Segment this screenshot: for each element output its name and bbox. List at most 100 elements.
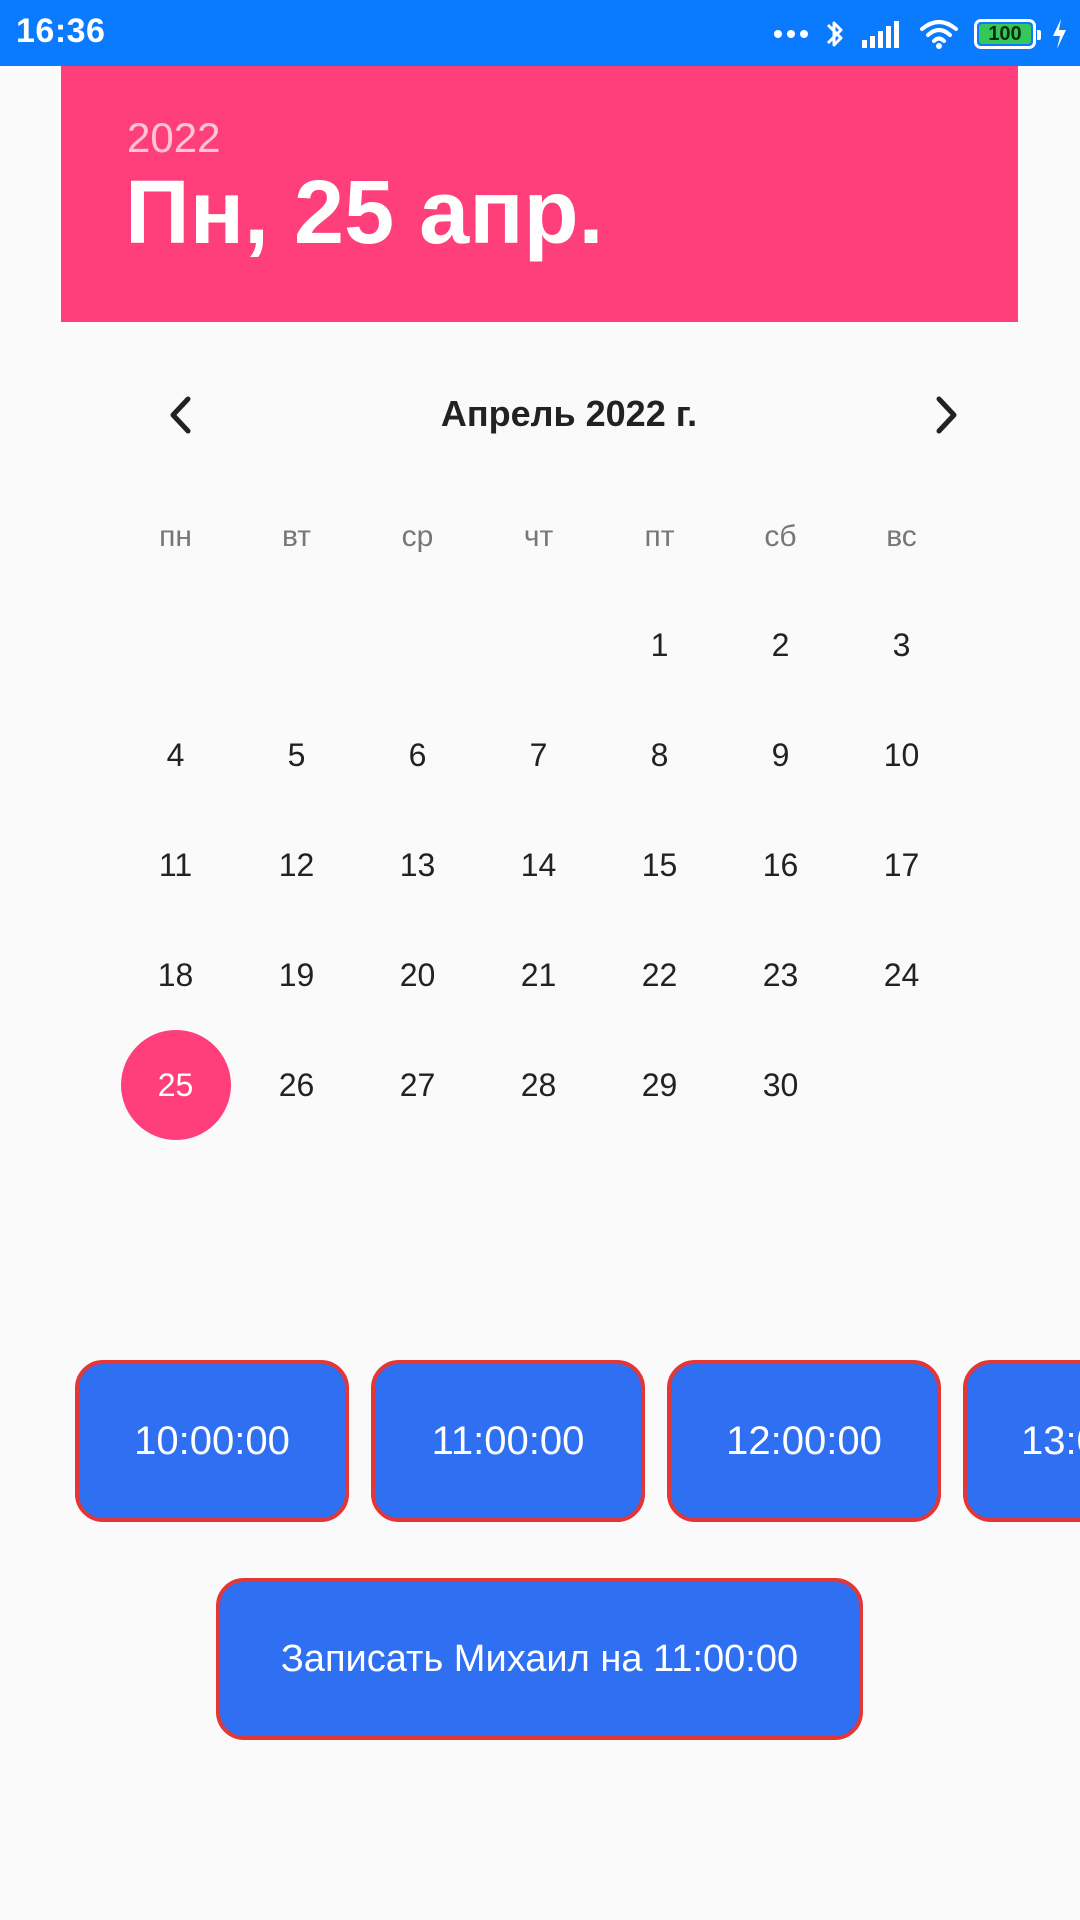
calendar-day[interactable]: 19 [236,920,357,1030]
calendar-day[interactable]: 8 [599,700,720,810]
calendar-day[interactable]: 14 [478,810,599,920]
calendar-day[interactable]: 27 [357,1030,478,1140]
calendar-day[interactable]: 26 [236,1030,357,1140]
day-number: 22 [641,956,678,993]
empty-day-cell [115,590,236,700]
calendar-day[interactable]: 15 [599,810,720,920]
day-number: 21 [520,956,557,993]
day-number [363,590,473,700]
empty-day-cell [357,590,478,700]
calendar-day[interactable]: 5 [236,700,357,810]
selected-day[interactable]: 25 [115,1030,236,1140]
weekday-label: ср [401,520,434,553]
day-number: 3 [892,626,911,663]
book-appointment-button[interactable]: Записать Михаил на 11:00:00 [216,1578,863,1740]
empty-day-cell [478,590,599,700]
day-number: 18 [157,956,194,993]
date-header: 2022 Пн, 25 апр. [61,66,1018,322]
calendar-day[interactable]: 11 [115,810,236,920]
calendar-day[interactable]: 9 [720,700,841,810]
day-number: 23 [762,956,799,993]
calendar-day[interactable]: 30 [720,1030,841,1140]
day-number: 14 [520,846,557,883]
day-number: 19 [278,956,315,993]
day-number: 4 [166,736,185,773]
calendar-day[interactable]: 20 [357,920,478,1030]
calendar-day[interactable]: 17 [841,810,962,920]
battery-level: 100 [988,22,1022,45]
wifi-icon [918,17,960,51]
day-number: 13 [399,846,436,883]
status-icons: 100 [772,12,1068,56]
day-number: 9 [771,736,790,773]
day-number [242,590,352,700]
day-number: 11 [158,846,193,883]
calendar-day[interactable]: 28 [478,1030,599,1140]
month-title: Апрель 2022 г. [440,393,698,434]
day-number: 10 [883,736,920,773]
calendar-day[interactable]: 4 [115,700,236,810]
day-number: 5 [287,736,306,773]
status-time: 16:36 [16,12,106,50]
bluetooth-icon [824,16,846,52]
day-number: 16 [762,846,799,883]
day-number: 26 [278,1066,315,1103]
calendar-day[interactable]: 10 [841,700,962,810]
day-number: 6 [408,736,427,773]
time-slot-button[interactable]: 10:00:00 [75,1360,349,1522]
day-number: 20 [399,956,436,993]
day-number: 15 [641,846,678,883]
next-month-button[interactable] [912,385,982,445]
day-number: 7 [529,736,548,773]
day-number: 8 [650,736,669,773]
weekday-label: пт [644,520,675,553]
calendar-day[interactable]: 7 [478,700,599,810]
calendar-day[interactable]: 29 [599,1030,720,1140]
calendar-day[interactable]: 23 [720,920,841,1030]
calendar-day[interactable]: 21 [478,920,599,1030]
calendar-day[interactable]: 1 [599,590,720,700]
header-selected-date[interactable]: Пн, 25 апр. [125,164,604,263]
calendar-day[interactable]: 6 [357,700,478,810]
month-navigation: Апрель 2022 г. [140,385,957,445]
calendar-day[interactable]: 22 [599,920,720,1030]
time-slot-button[interactable]: 11:00:00 [371,1360,645,1522]
day-number: 24 [883,956,920,993]
calendar-day[interactable]: 12 [236,810,357,920]
calendar-day[interactable]: 16 [720,810,841,920]
day-number: 12 [278,846,315,883]
day-number [484,590,594,700]
calendar-day[interactable]: 13 [357,810,478,920]
calendar-day[interactable]: 24 [841,920,962,1030]
day-number: 30 [762,1066,799,1103]
calendar-day[interactable]: 2 [720,590,841,700]
day-number: 27 [399,1066,436,1103]
calendar-day[interactable]: 3 [841,590,962,700]
time-slot-list[interactable]: 10:00:0011:00:0012:00:0013:00:00 [75,1360,1080,1522]
time-slot-button[interactable]: 12:00:00 [667,1360,941,1522]
empty-day-cell [236,590,357,700]
weekday-label: чт [523,520,554,553]
day-number [121,590,231,700]
time-slot-button[interactable]: 13:00:00 [963,1360,1080,1522]
header-year[interactable]: 2022 [127,114,220,162]
calendar-day[interactable]: 18 [115,920,236,1030]
calendar-days-grid: 1 2 3 4 5 6 7 8 9 10 11 12 13 14 15 16 17 18 19 20 21 22 23 24 2… [115,590,962,1140]
day-number: 17 [883,846,920,883]
chevron-right-icon [936,396,957,434]
weekday-label: вт [281,520,312,553]
more-dots-icon [772,28,810,40]
day-number: 2 [771,626,790,663]
signal-icon [860,18,904,50]
day-number: 28 [520,1066,557,1103]
day-number: 29 [641,1066,678,1103]
weekday-label: вс [886,520,917,553]
weekday-label: сб [764,520,797,553]
charging-icon [1050,17,1068,51]
weekday-label: пн [159,520,192,553]
status-bar: 16:36 100 [0,0,1080,66]
weekday-row: пн вт ср чт пт сб вс [115,520,962,554]
day-number: 1 [650,626,669,663]
battery-icon: 100 [974,19,1041,49]
day-number: 25 [120,1030,231,1140]
